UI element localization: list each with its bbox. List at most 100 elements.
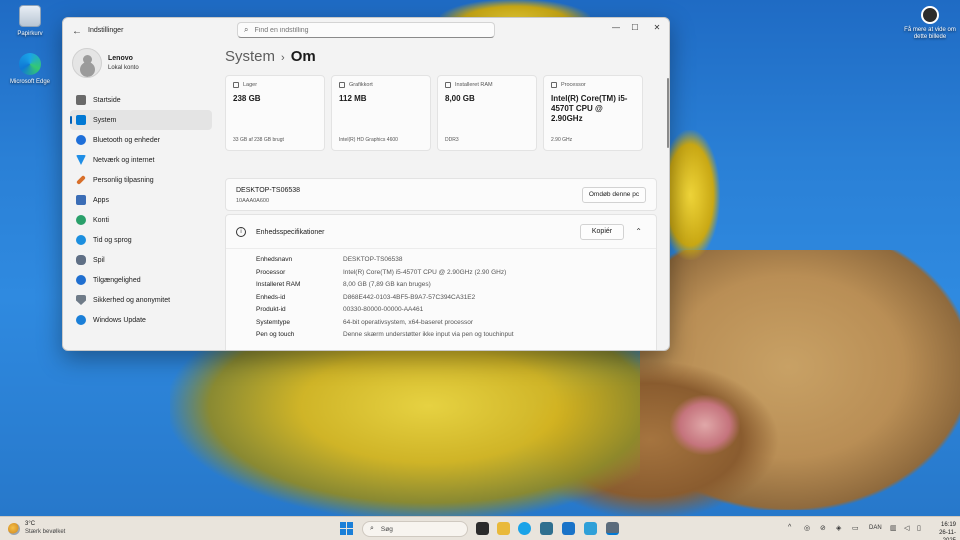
spec-value: D868E442-0103-4BF5-B9A7-57C394CA31E2: [343, 293, 476, 301]
edge-icon[interactable]: [518, 522, 531, 535]
wallpaper-pink-coral: [670, 395, 740, 455]
sidebar-item-label: Personlig tilpasning: [93, 176, 154, 184]
sidebar-item-gaming[interactable]: Spil: [70, 250, 212, 270]
desktop-icon-spotlight[interactable]: Få mere at vide om dette billede: [902, 6, 958, 41]
start-button[interactable]: [340, 522, 353, 535]
sidebar-item-accounts[interactable]: Konti: [70, 210, 212, 230]
sidebar-item-personalization[interactable]: Personlig tilpasning: [70, 170, 212, 190]
sidebar-item-label: Bluetooth og enheder: [93, 136, 160, 144]
breadcrumb: System › Om: [225, 48, 316, 65]
sidebar-item-label: Spil: [93, 256, 105, 264]
card-value: Intel(R) Core(TM) i5-4570T CPU @ 2.90GHz: [551, 94, 628, 123]
storage-card[interactable]: Lager 238 GB 33 GB af 238 GB brugt: [225, 75, 325, 151]
settings-icon[interactable]: [606, 522, 619, 535]
security-icon[interactable]: ◈: [836, 524, 841, 532]
device-card: DESKTOP-TS06538 10AAA0A600 Omdøb denne p…: [225, 178, 657, 211]
account-icon: [76, 215, 86, 225]
graphics-card[interactable]: Grafikkort 112 MB Intel(R) HD Graphics 4…: [331, 75, 431, 151]
spec-value: Denne skærm understøtter ikke input via …: [343, 331, 514, 338]
card-title: Installeret RAM: [455, 82, 493, 88]
profile-account-type: Lokal konto: [108, 65, 139, 71]
volume-icon[interactable]: ◁: [904, 524, 909, 532]
user-profile[interactable]: Lenovo Lokal konto: [72, 48, 212, 80]
store-icon[interactable]: [540, 522, 553, 535]
spec-label: Enheds-id: [256, 293, 286, 301]
maximize-button[interactable]: ☐: [624, 21, 646, 35]
sidebar-item-network[interactable]: Netværk og internet: [70, 150, 212, 170]
search-icon: ⌕: [370, 525, 374, 532]
spec-row: Enheds-id D868E442-0103-4BF5-B9A7-57C394C…: [256, 294, 646, 307]
spec-row: Processor Intel(R) Core(TM) i5-4570T CPU …: [256, 269, 646, 282]
network-status-icon[interactable]: ⊘: [820, 524, 826, 532]
battery-icon[interactable]: ▯: [917, 524, 921, 532]
device-model: 10AAA0A600: [236, 198, 270, 204]
sidebar-item-startside[interactable]: Startside: [70, 90, 212, 110]
specs-header[interactable]: i Enhedsspecifikationer Kopiér ⌃: [226, 215, 656, 249]
search-box[interactable]: ⌕: [237, 22, 495, 38]
spec-row: Enhedsnavn DESKTOP-TS06538: [256, 256, 646, 269]
display-icon[interactable]: ▭: [852, 524, 859, 532]
avatar: [72, 48, 102, 78]
sidebar-item-windows-update[interactable]: Windows Update: [70, 310, 212, 330]
mail-icon[interactable]: [562, 522, 575, 535]
specs-title: Enhedsspecifikationer: [256, 229, 325, 236]
spec-label: Installeret RAM: [256, 281, 301, 288]
network-icon[interactable]: ▥: [890, 524, 897, 532]
processor-card[interactable]: Processor Intel(R) Core(TM) i5-4570T CPU…: [543, 75, 643, 151]
task-view-icon[interactable]: [476, 522, 489, 535]
sidebar-item-bluetooth[interactable]: Bluetooth og enheder: [70, 130, 212, 150]
desktop-icon-recycle-bin[interactable]: Papirkurv: [0, 5, 60, 38]
spec-label: Systemtype: [256, 318, 290, 326]
spec-value: 64-bit operativsystem, x64-baseret proce…: [343, 318, 474, 326]
sidebar-item-label: System: [93, 116, 117, 124]
gpu-icon: [339, 82, 345, 88]
spec-row: Systemtype 64-bit operativsystem, x64-bas…: [256, 319, 646, 332]
sync-icon[interactable]: ◎: [804, 524, 810, 532]
summary-cards: Lager 238 GB 33 GB af 238 GB brugt Grafi…: [225, 75, 645, 151]
breadcrumb-separator: ›: [281, 52, 285, 64]
spec-value: 8,00 GB (7,89 GB kan bruges): [343, 281, 431, 288]
desktop-icon-edge[interactable]: Microsoft Edge: [0, 53, 60, 86]
spec-row: Pen og touch Denne skærm understøtter ikk…: [256, 331, 646, 344]
card-sub: DDR3: [445, 137, 459, 143]
controller-icon: [76, 255, 86, 265]
copy-button[interactable]: Kopiér: [580, 224, 624, 240]
card-value: 8,00 GB: [445, 94, 475, 103]
storage-icon: [233, 82, 239, 88]
sidebar-item-time-language[interactable]: Tid og sprog: [70, 230, 212, 250]
monitor-icon: [76, 115, 86, 125]
card-sub: 2.90 GHz: [551, 137, 573, 143]
clock-date: 26-11-2025: [939, 530, 956, 540]
apps-icon: [76, 195, 86, 205]
card-title: Processor: [561, 82, 586, 88]
sidebar-item-accessibility[interactable]: Tilgængelighed: [70, 270, 212, 290]
scrollbar[interactable]: [667, 78, 669, 148]
globe-clock-icon: [76, 235, 86, 245]
weather-widget[interactable]: 3°C Stærk bevølket: [8, 521, 65, 536]
sidebar-item-system[interactable]: System: [70, 110, 212, 130]
language-indicator[interactable]: DAN: [869, 525, 882, 531]
sidebar-item-label: Apps: [93, 196, 109, 204]
taskbar-search[interactable]: ⌕ Søg: [362, 521, 468, 537]
sidebar-item-label: Sikkerhed og anonymitet: [93, 296, 171, 304]
spec-value: Intel(R) Core(TM) i5-4570T CPU @ 2.90GHz…: [343, 268, 507, 276]
system-clock[interactable]: 16:19 26-11-2025: [928, 521, 956, 540]
spec-label: Pen og touch: [256, 331, 295, 338]
photos-icon[interactable]: [584, 522, 597, 535]
file-explorer-icon[interactable]: [497, 522, 510, 535]
update-icon: [76, 315, 86, 325]
info-icon: i: [236, 227, 246, 237]
breadcrumb-parent[interactable]: System: [225, 48, 275, 65]
rename-pc-button[interactable]: Omdøb denne pc: [582, 187, 646, 203]
sidebar-item-apps[interactable]: Apps: [70, 190, 212, 210]
chevron-up-icon[interactable]: ⌃: [635, 227, 642, 236]
chevron-up-icon[interactable]: ^: [788, 524, 791, 531]
back-button[interactable]: ←: [70, 25, 84, 39]
profile-name: Lenovo: [108, 55, 133, 62]
search-input[interactable]: [254, 26, 475, 34]
ram-card[interactable]: Installeret RAM 8,00 GB DDR3: [437, 75, 537, 151]
sidebar-item-privacy[interactable]: Sikkerhed og anonymitet: [70, 290, 212, 310]
device-name: DESKTOP-TS06538: [236, 187, 301, 194]
close-button[interactable]: ✕: [646, 21, 668, 35]
desktop-icon-label: Microsoft Edge: [9, 79, 51, 85]
